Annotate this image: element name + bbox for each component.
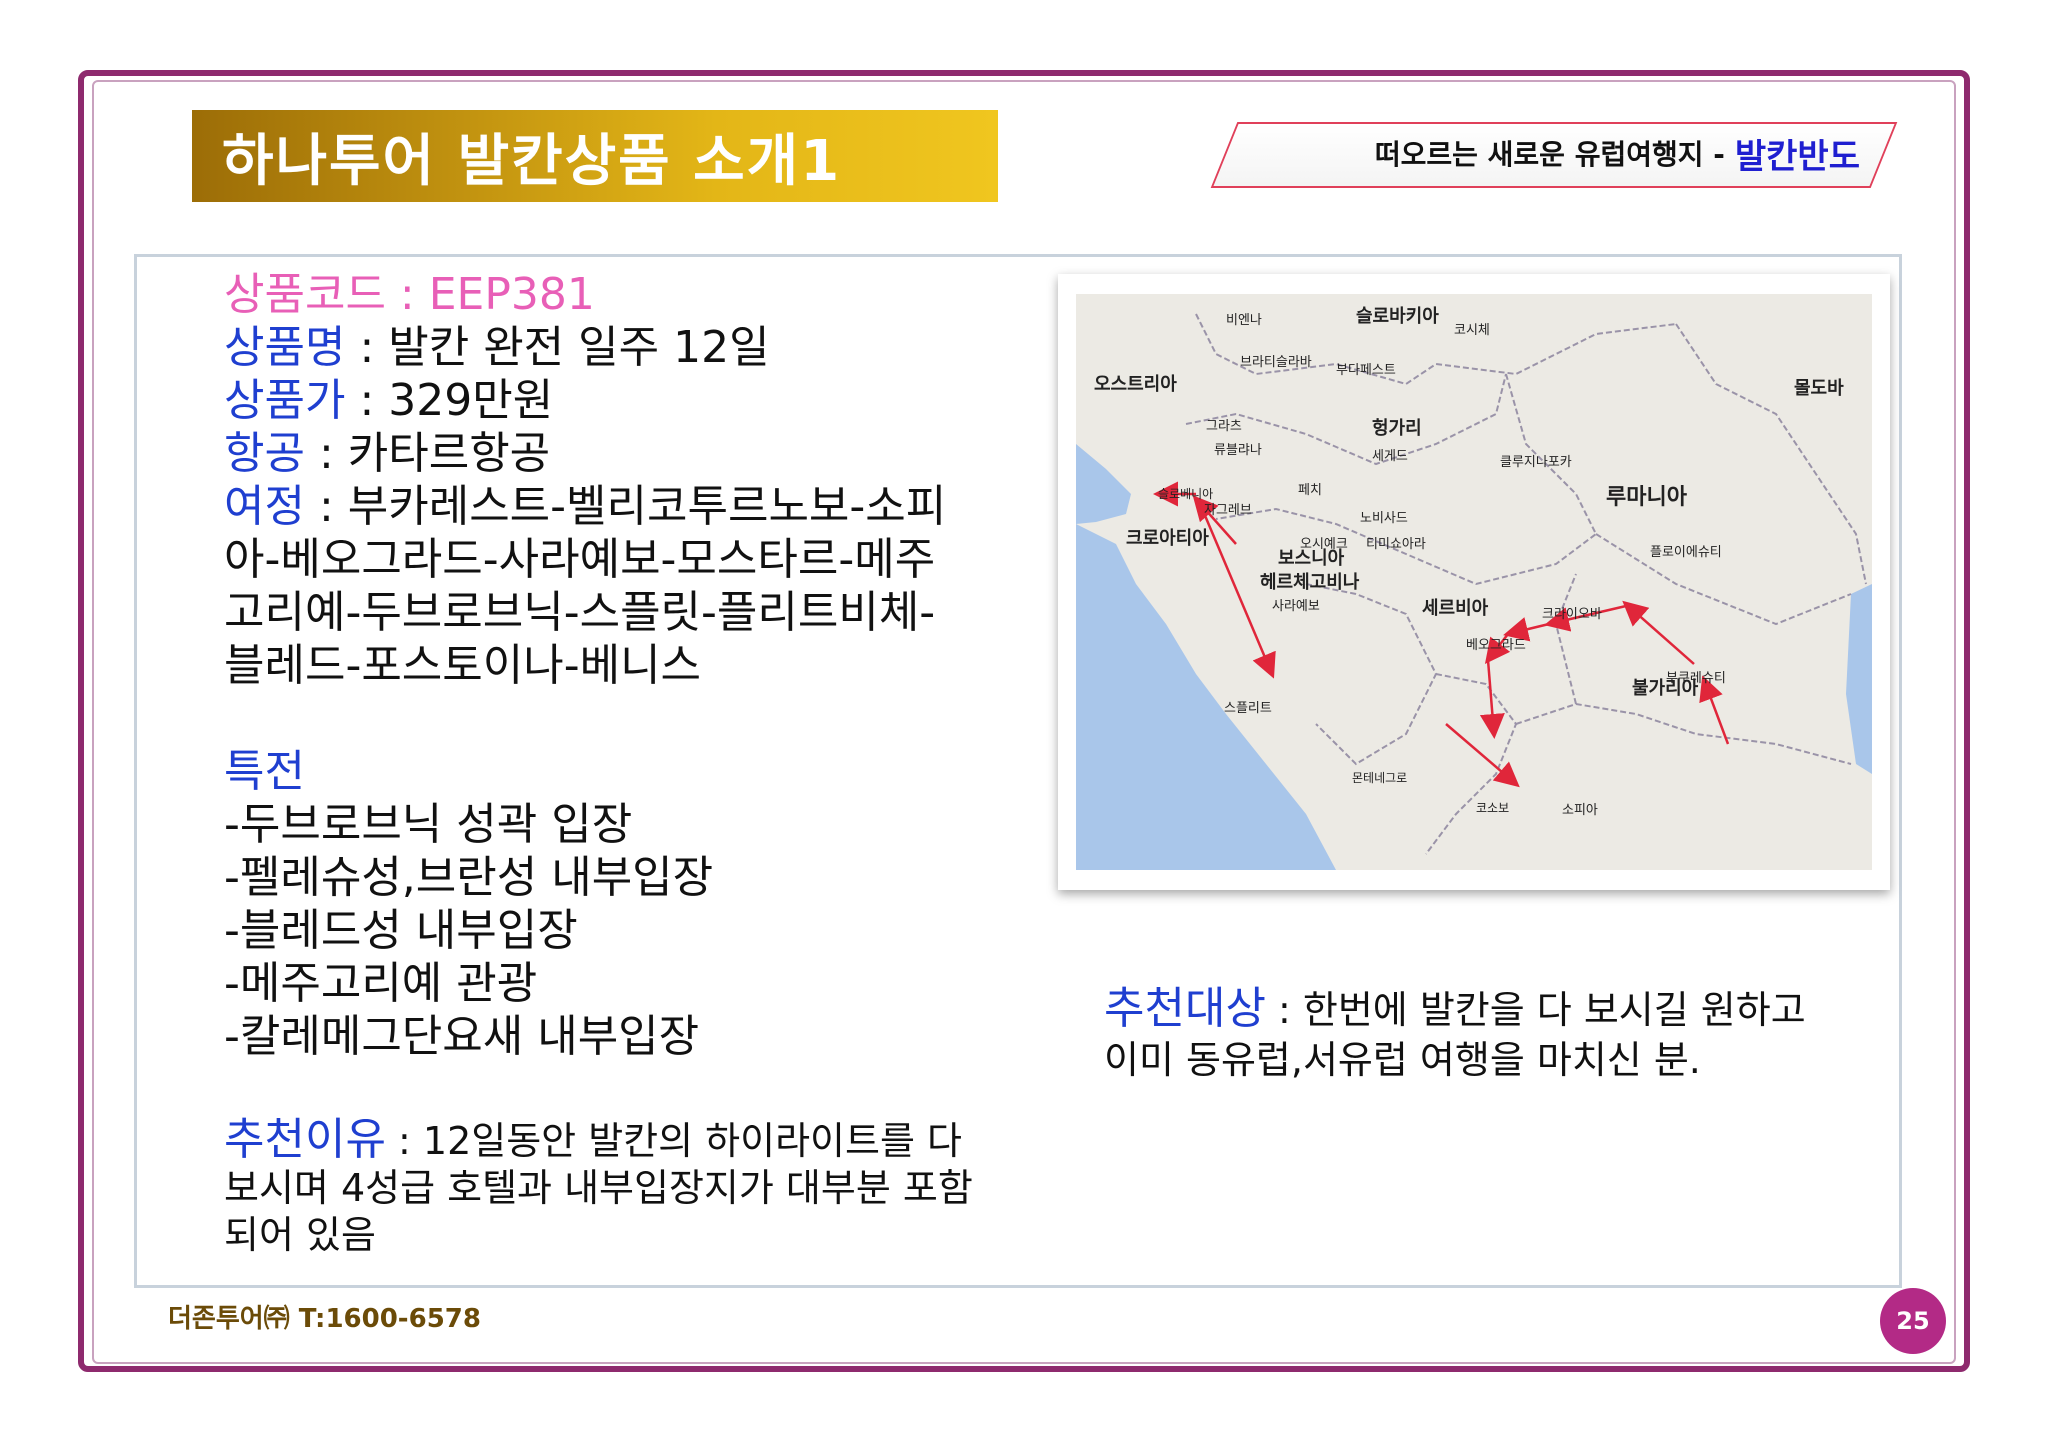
map-country-label: 헤르체고비나 <box>1260 572 1360 593</box>
tagline-prefix: 떠오르는 새로운 유럽여행지 - <box>1374 138 1725 171</box>
benefit-item: -메주고리예 관광 <box>224 958 538 1009</box>
map-city-label: 페치 <box>1298 483 1322 498</box>
tagline-highlight: 발칸반도 <box>1734 136 1860 177</box>
benefit-item: -두브로브닉 성곽 입장 <box>224 799 633 850</box>
page-title: 하나투어 발칸상품 소개1 <box>222 128 842 194</box>
reason-text: 보시며 4성급 호텔과 내부입장지가 대부분 포함 <box>224 1166 973 1210</box>
recommend-label: 추천대상 <box>1104 983 1266 1034</box>
map-city-label: 그라츠 <box>1206 419 1242 434</box>
itinerary-text: 블레드-포스토이나-베니스 <box>224 640 702 691</box>
map-country-label: 몰도바 <box>1794 378 1844 399</box>
map-city-label: 소피아 <box>1562 803 1598 818</box>
benefits-heading: 특전 <box>224 746 305 797</box>
map-city-label: 플로이에슈티 <box>1650 545 1722 560</box>
product-price-value: 329만원 <box>388 375 554 426</box>
map-city-label: 티미쇼아라 <box>1366 537 1426 552</box>
recommend-line: 추천대상 : 한번에 발칸을 다 보시길 원하고 <box>1104 983 1806 1034</box>
itinerary-text: 부카레스트-벨리코투르노보-소피 <box>347 481 947 532</box>
product-code-label: 상품코드 <box>224 269 386 320</box>
map-city-label: 오시예크 <box>1300 537 1348 552</box>
map-country-label: 크로아티아 <box>1126 528 1209 549</box>
map-city-label: 스플리트 <box>1224 701 1272 716</box>
map-country-label: 코소보 <box>1476 801 1509 815</box>
reason-text: 12일동안 발칸의 하이라이트를 다 <box>422 1119 962 1163</box>
tagline: 떠오르는 새로운 유럽여행지 - 발칸반도 <box>1300 122 1860 184</box>
title-banner: 하나투어 발칸상품 소개1 <box>192 110 998 202</box>
map-city-label: 비엔나 <box>1226 313 1262 328</box>
product-price-label: 상품가 <box>224 375 346 426</box>
page-number-badge: 25 <box>1880 1288 1946 1354</box>
map-country-label: 슬로베니아 <box>1158 487 1213 501</box>
reason-label: 추천이유 <box>224 1114 386 1165</box>
product-code-value: EEP381 <box>428 269 595 320</box>
airline-line: 항공 : 카타르항공 <box>224 428 551 479</box>
map-city-label: 베오그라드 <box>1466 638 1526 653</box>
map-city-label: 브라티슬라바 <box>1240 355 1312 370</box>
product-code-line: 상품코드 : EEP381 <box>224 269 595 320</box>
map-city-label: 크라이오바 <box>1542 607 1602 622</box>
map-city-label: 세게드 <box>1372 449 1408 464</box>
product-name-value: 발칸 완전 일주 12일 <box>388 322 770 373</box>
product-price-line: 상품가 : 329만원 <box>224 375 554 426</box>
recommend-target: 추천대상 : 한번에 발칸을 다 보시길 원하고 이미 동유럽,서유럽 여행을 … <box>1104 984 1904 1085</box>
map-country-label: 헝가리 <box>1372 418 1422 439</box>
footer-company: 더존투어㈜ T:1600-6578 <box>168 1304 481 1334</box>
recommend-text: 이미 동유럽,서유럽 여행을 마치신 분. <box>1104 1038 1701 1082</box>
map-country-label: 몬테네그로 <box>1352 771 1407 785</box>
product-name-label: 상품명 <box>224 322 346 373</box>
itinerary-text: 고리예-두브로브닉-스플릿-플리트비체- <box>224 587 936 638</box>
map-city-label: 류블랴나 <box>1214 443 1262 458</box>
itinerary-label: 여정 <box>224 481 305 532</box>
itinerary-text: 아-베오그라드-사라예보-모스타르-메주 <box>224 534 936 585</box>
recommend-text: 한번에 발칸을 다 보시길 원하고 <box>1302 988 1806 1032</box>
map-city-label: 노비사드 <box>1360 511 1408 526</box>
airline-label: 항공 <box>224 428 305 479</box>
product-details: 상품코드 : EEP381 상품명 : 발칸 완전 일주 12일 상품가 : 3… <box>224 268 1064 1259</box>
route-map-card: 슬로바키아 오스트리아 헝가리 루마니아 크로아티아 보스니아 헤르체고비나 세… <box>1058 274 1890 890</box>
benefit-item: -칼레메그단요새 내부입장 <box>224 1011 700 1062</box>
map-city-label: 클루지나포카 <box>1500 455 1572 470</box>
benefit-item: -블레드성 내부입장 <box>224 905 578 956</box>
map-city-label: 부다페스트 <box>1336 363 1396 378</box>
itinerary-line: 여정 : 부카레스트-벨리코투르노보-소피 <box>224 481 947 532</box>
map-country-label: 슬로바키아 <box>1356 306 1439 327</box>
map-country-label: 오스트리아 <box>1094 374 1177 395</box>
map-city-label: 부쿠레슈티 <box>1666 671 1726 686</box>
benefit-item: -펠레슈성,브란성 내부입장 <box>224 852 714 903</box>
map-country-label: 루마니아 <box>1606 485 1688 510</box>
map-city-label: 자그레브 <box>1204 503 1252 518</box>
airline-value: 카타르항공 <box>347 428 551 479</box>
map-city-label: 사라예보 <box>1272 599 1320 614</box>
reason-line: 추천이유 : 12일동안 발칸의 하이라이트를 다 <box>224 1114 962 1165</box>
balkan-route-map: 슬로바키아 오스트리아 헝가리 루마니아 크로아티아 보스니아 헤르체고비나 세… <box>1076 294 1872 870</box>
map-city-label: 코시체 <box>1454 323 1490 338</box>
reason-text: 되어 있음 <box>224 1213 376 1257</box>
product-name-line: 상품명 : 발칸 완전 일주 12일 <box>224 322 770 373</box>
map-country-label: 세르비아 <box>1422 598 1489 619</box>
